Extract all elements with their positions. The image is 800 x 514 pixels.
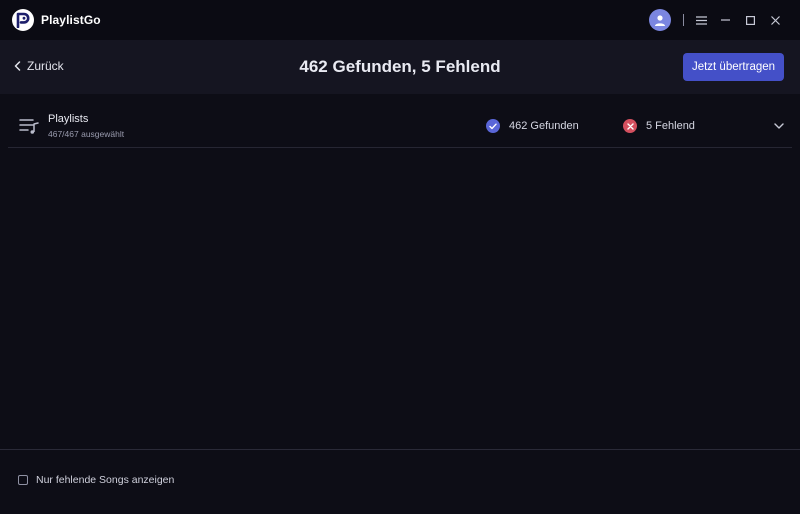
page-header: Zurück 462 Gefunden, 5 Fehlend Jetzt übe… <box>0 40 800 94</box>
page-title: 462 Gefunden, 5 Fehlend <box>299 57 501 76</box>
show-missing-only-option[interactable]: Nur fehlende Songs anzeigen <box>18 474 174 486</box>
footer-divider <box>0 449 800 450</box>
check-circle-icon <box>486 119 500 133</box>
transfer-now-button[interactable]: Jetzt übertragen <box>683 53 784 81</box>
titlebar-divider <box>683 14 684 26</box>
maximize-icon[interactable] <box>741 10 759 30</box>
playlist-icon <box>19 119 39 134</box>
playlist-selected-count: 467/467 ausgewählt <box>48 129 125 139</box>
app-window: PlaylistGo Zurück 462 Gefunden, 5 Fehlen… <box>0 0 800 514</box>
x-circle-icon <box>623 119 637 133</box>
playlist-title: Playlists <box>48 113 89 125</box>
missing-label: 5 Fehlend <box>646 120 695 132</box>
app-name: PlaylistGo <box>41 13 101 27</box>
user-avatar-icon[interactable] <box>649 9 671 31</box>
minimize-icon[interactable] <box>716 10 734 30</box>
playlist-row[interactable]: Playlists 467/467 ausgewählt 462 Gefunde… <box>8 104 792 148</box>
chevron-down-icon[interactable] <box>773 120 785 132</box>
menu-icon[interactable] <box>692 10 710 30</box>
title-bar: PlaylistGo <box>0 0 800 40</box>
missing-status: 5 Fehlend <box>623 119 695 133</box>
app-logo-icon <box>12 9 34 31</box>
show-missing-only-label: Nur fehlende Songs anzeigen <box>36 474 175 486</box>
found-status: 462 Gefunden <box>486 119 579 133</box>
close-icon[interactable] <box>766 10 784 30</box>
found-label: 462 Gefunden <box>509 120 579 132</box>
show-missing-only-checkbox[interactable] <box>18 475 28 485</box>
